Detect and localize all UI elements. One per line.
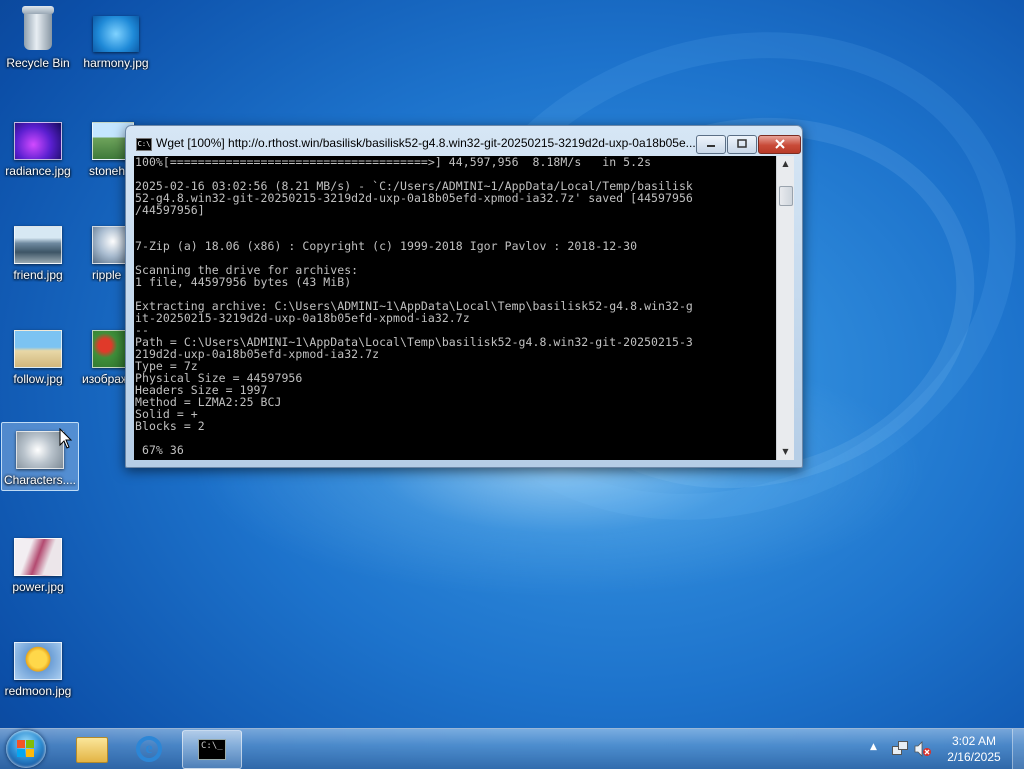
desktop-icon-label: follow.jpg [13, 372, 63, 386]
console-app-icon[interactable]: C:\ [136, 138, 152, 151]
desktop-icon-harmony[interactable]: harmony.jpg [78, 16, 154, 70]
desktop-icon-radiance[interactable]: radiance.jpg [0, 122, 76, 178]
minimize-icon [707, 145, 715, 147]
desktop-icon-recycle-bin[interactable]: Recycle Bin [0, 6, 76, 70]
taskbar-explorer-button[interactable] [64, 730, 118, 767]
desktop-icon-follow[interactable]: follow.jpg [0, 330, 76, 386]
taskbar: e C:\_ ▲ 3:02 AM 2/16/2025 [0, 728, 1024, 769]
desktop-icon-izobrazhenie[interactable]: изображ [78, 330, 134, 386]
desktop-icon-label: power.jpg [12, 580, 64, 594]
show-hidden-icons-arrow-icon[interactable]: ▲ [870, 742, 877, 752]
image-thumbnail-icon [14, 642, 62, 680]
start-button[interactable] [6, 730, 46, 768]
scrollbar-thumb[interactable] [779, 186, 793, 206]
maximize-icon [737, 139, 747, 148]
clock-time: 3:02 AM [951, 734, 997, 748]
image-thumbnail-icon [14, 122, 62, 160]
clock-date: 2/16/2025 [947, 750, 1001, 764]
image-thumbnail-icon [93, 16, 139, 52]
scroll-down-arrow-icon[interactable]: ▼ [777, 444, 794, 460]
vertical-scrollbar[interactable]: ▲ ▼ [776, 156, 794, 460]
desktop-icon-label: redmoon.jpg [4, 684, 72, 698]
recycle-bin-icon [18, 6, 58, 52]
desktop-icon-label: Recycle Bin [6, 56, 70, 70]
command-prompt-icon: C:\_ [198, 739, 226, 760]
desktop-icon-power[interactable]: power.jpg [0, 538, 76, 594]
image-thumbnail-icon [14, 330, 62, 368]
show-desktop-button[interactable] [1012, 729, 1024, 769]
image-thumbnail-icon [14, 538, 62, 576]
mouse-cursor-icon [59, 428, 73, 449]
volume-muted-icon[interactable] [914, 741, 932, 757]
scroll-up-arrow-icon[interactable]: ▲ [777, 156, 794, 172]
network-icon[interactable] [892, 741, 908, 755]
desktop-icon-label: stoneh [89, 164, 126, 178]
desktop-icon-label: harmony.jpg [83, 56, 149, 70]
image-thumbnail-icon [16, 431, 64, 469]
desktop-icon-label: Characters.... [3, 473, 77, 487]
clock[interactable]: 3:02 AM 2/16/2025 [938, 733, 1010, 765]
desktop-icon-friend[interactable]: friend.jpg [0, 226, 76, 282]
taskbar-console-button[interactable]: C:\_ [182, 730, 242, 769]
taskbar-internet-explorer-button[interactable]: e [122, 730, 176, 767]
maximize-button[interactable] [727, 135, 757, 154]
desktop-icon-stonehenge[interactable]: stoneh [78, 122, 134, 178]
close-button[interactable] [758, 135, 801, 154]
desktop-icon-redmoon[interactable]: redmoon.jpg [0, 642, 76, 698]
close-icon [774, 139, 785, 149]
image-thumbnail-icon [14, 226, 62, 264]
folder-icon [76, 737, 108, 763]
desktop-icon-label: ripple [92, 268, 122, 282]
console-text: 100%[===================================… [135, 156, 693, 457]
windows-logo-icon [17, 740, 35, 758]
internet-explorer-icon: e [136, 736, 162, 762]
desktop-icon-label: radiance.jpg [5, 164, 71, 178]
desktop-icon-label: friend.jpg [13, 268, 63, 282]
console-window[interactable]: C:\ Wget [100%] http://o.rthost.win/basi… [125, 125, 803, 468]
desktop-icon-ripple[interactable]: ripple [78, 226, 134, 282]
minimize-button[interactable] [696, 135, 726, 154]
window-titlebar[interactable]: C:\ Wget [100%] http://o.rthost.win/basi… [126, 126, 802, 156]
window-title: Wget [100%] http://o.rthost.win/basilisk… [156, 136, 696, 150]
desktop-icon-label: изображ [82, 372, 126, 386]
console-output[interactable]: 100%[===================================… [134, 156, 776, 460]
